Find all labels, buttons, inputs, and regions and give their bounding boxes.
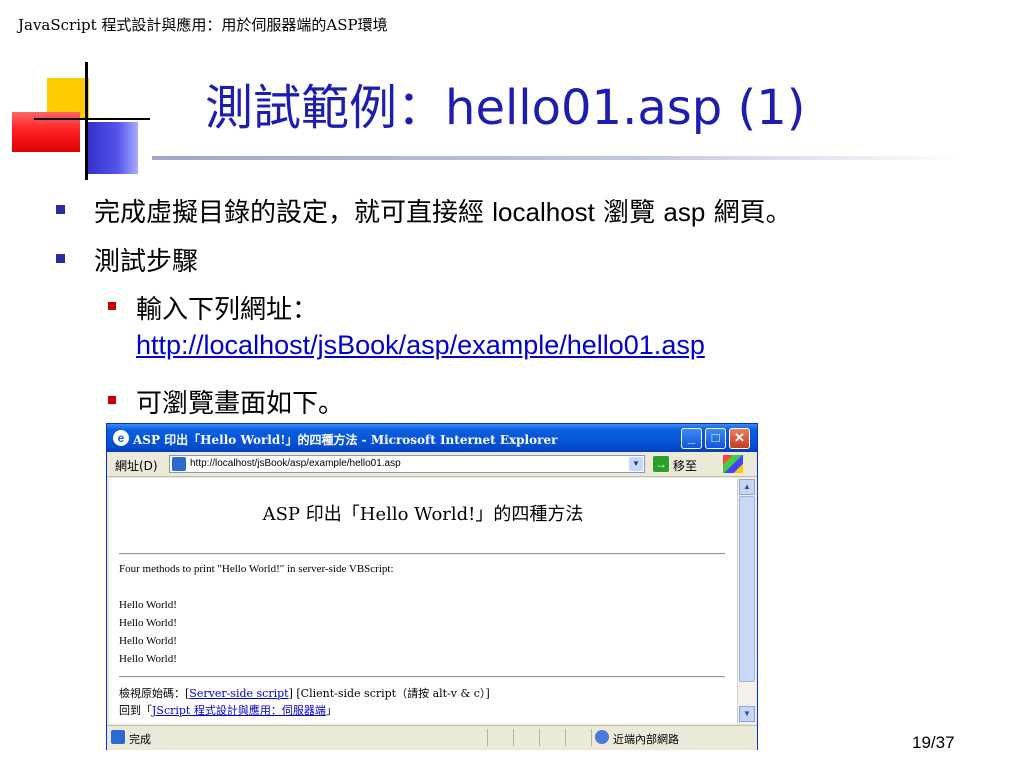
intranet-icon (595, 730, 609, 744)
page-content: ASP 印出「Hello World!」的四種方法 Four methods t… (109, 478, 737, 724)
divider (119, 676, 725, 678)
view-source-line: 檢視原始碼：[Server-side script] [Client-side … (119, 687, 490, 700)
ie-icon: e (113, 430, 129, 446)
status-separator (487, 729, 488, 746)
address-text: http://localhost/jsBook/asp/example/hell… (190, 458, 401, 469)
bullet-text-2: 測試步驟 (94, 247, 199, 277)
address-label: 網址(D) (115, 459, 158, 473)
bullet-marker (56, 205, 65, 214)
status-separator (565, 729, 566, 746)
chevron-down-icon[interactable]: ▼ (629, 457, 643, 471)
scroll-up-button[interactable]: ▲ (739, 479, 755, 495)
page-number: 19/37 (912, 733, 955, 752)
back-label: 回到「 (119, 704, 152, 717)
hello-line: Hello World! (119, 635, 177, 647)
status-page-icon (111, 730, 125, 744)
bullet-1-part-2: 瀏覽 (594, 198, 664, 228)
page-heading: ASP 印出「Hello World!」的四種方法 (262, 504, 584, 525)
slide-logo (0, 0, 150, 180)
divider (119, 553, 725, 555)
view-source-label: 檢視原始碼： (119, 687, 185, 700)
hello-line: Hello World! (119, 653, 177, 665)
bullet-1-localhost: localhost (492, 197, 595, 227)
hello-line: Hello World! (119, 617, 177, 629)
server-script-link[interactable]: Server-side script (189, 687, 288, 700)
go-button[interactable]: 移至 (673, 457, 697, 474)
scroll-thumb[interactable] (739, 496, 755, 682)
back-line: 回到「JScript 程式設計與應用：伺服器端」 (119, 702, 337, 718)
bullet-text-1: 完成虛擬目錄的設定，就可直接經 localhost 瀏覽 asp 網頁。 (94, 192, 792, 229)
status-separator (591, 729, 592, 746)
close-button[interactable]: ✕ (729, 428, 750, 449)
title-latin: hello01.asp (1) (445, 80, 806, 136)
title-cjk: 測試範例： (205, 80, 446, 136)
status-text: 完成 (129, 733, 151, 746)
sub-bullet-text-2: 可瀏覽畫面如下。 (136, 389, 345, 419)
bullet-marker (56, 254, 65, 263)
example-url-link[interactable]: http://localhost/jsBook/asp/example/hell… (136, 330, 705, 361)
hello-line: Hello World! (119, 599, 177, 611)
back-end: 」 (325, 704, 337, 717)
address-field[interactable]: http://localhost/jsBook/asp/example/hell… (169, 455, 645, 473)
window-title: ASP 印出「Hello World!」的四種方法 - Microsoft In… (133, 433, 558, 447)
page-intro: Four methods to print "Hello World!" in … (119, 563, 394, 575)
scroll-down-button[interactable]: ▼ (739, 706, 755, 722)
sub-bullet-marker (108, 396, 116, 404)
bullet-1-asp: asp (663, 197, 706, 227)
client-script-text: [Client-side script（請按 alt-v & c）] (296, 687, 490, 700)
logo-horizontal-line (34, 118, 150, 120)
bullet-1-part-1: 完成虛擬目錄的設定，就可直接經 (94, 198, 493, 228)
go-arrow-icon[interactable]: → (653, 456, 669, 472)
sub-bullet-marker (108, 302, 116, 310)
status-bar: 完成 近端內部網路 (107, 725, 757, 750)
address-bar: 網址(D) http://localhost/jsBook/asp/exampl… (107, 452, 757, 477)
title-underline (152, 156, 962, 160)
logo-blue-square (88, 122, 138, 174)
maximize-button[interactable]: □ (705, 428, 726, 449)
vertical-scrollbar[interactable]: ▲ ▼ (737, 478, 756, 724)
status-separator (513, 729, 514, 746)
slide-title: 測試範例：hello01.asp (1) (205, 68, 805, 148)
status-separator (539, 729, 540, 746)
zone-text: 近端內部網路 (613, 733, 679, 746)
browser-titlebar: e ASP 印出「Hello World!」的四種方法 - Microsoft … (107, 424, 757, 452)
back-link[interactable]: JScript 程式設計與應用：伺服器端 (152, 704, 326, 717)
sub-bullet-text-1: 輸入下列網址： (136, 295, 319, 325)
windows-flag-icon (723, 455, 743, 473)
page-icon (172, 457, 186, 471)
bullet-1-part-3: 網頁。 (705, 198, 792, 228)
minimize-button[interactable]: _ (681, 428, 702, 449)
logo-vertical-line (85, 62, 88, 180)
browser-window: e ASP 印出「Hello World!」的四種方法 - Microsoft … (106, 423, 758, 750)
